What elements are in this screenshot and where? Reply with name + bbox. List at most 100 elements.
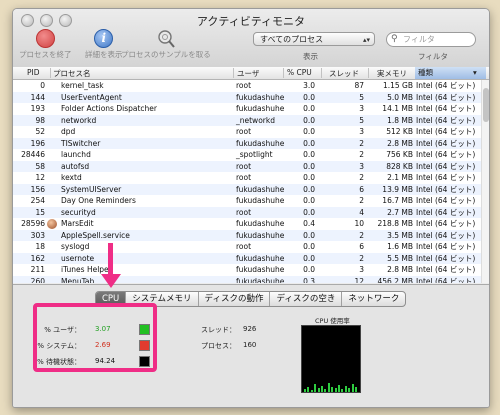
sample-process-button[interactable]: プロセスのサンプルを取る [121, 29, 211, 60]
cpu-usage-graph [301, 325, 361, 393]
cell-kind: Intel (64 ビット) [416, 207, 476, 217]
table-row[interactable]: 52 dpd root 0.0 3 512 KB Intel (64 ビット) [13, 126, 481, 138]
table-row[interactable]: 15 securityd root 0.0 4 2.7 MB Intel (64 ビット) [13, 206, 481, 218]
cell-mem: 2.8 MB [387, 265, 413, 274]
cell-pid: 12 [35, 173, 45, 182]
table-row[interactable]: 303 AppleSpell.service fukudashuhe 0.0 2 3.5 … [13, 229, 481, 241]
tab-disk-usage[interactable]: ディスクの空き [270, 292, 343, 306]
cell-cpu: 0.0 [303, 230, 315, 240]
tab-network[interactable]: ネットワーク [342, 292, 405, 306]
cell-user: fukudashuhe [236, 138, 285, 148]
cell-user: fukudashuhe [236, 276, 285, 284]
cell-mem: 2.1 MB [387, 173, 413, 182]
table-row[interactable]: 12 kextd root 0.0 2 2.1 MB Intel (64 ビット) [13, 172, 481, 184]
cell-pid: 28596 [21, 219, 45, 228]
cell-name: Folder Actions Dispatcher [61, 104, 157, 113]
table-row[interactable]: 211 iTunes Helper fukudashuhe 0.0 3 2.8 MB Int… [13, 264, 481, 276]
cpu-graph-bar [307, 387, 310, 392]
cell-user: root [236, 242, 252, 251]
cell-kind: Intel (64 ビット) [416, 265, 476, 274]
cell-name: AppleSpell.service [61, 230, 130, 240]
cell-threads: 2 [359, 138, 364, 148]
cell-pid: 254 [30, 196, 45, 205]
cell-mem: 13.9 MB [382, 184, 413, 194]
table-row[interactable]: 28446 launchd _spotlight 0.0 2 756 KB Intel (6… [13, 149, 481, 161]
cpu-graph-bar [355, 387, 357, 392]
table-row[interactable]: 196 TISwitcher fukudashuhe 0.0 2 2.8 MB Intel … [13, 137, 481, 149]
cell-mem: 828 KB [386, 161, 413, 171]
col-pid-header[interactable]: PID [27, 68, 40, 77]
cell-kind: Intel (64 ビット) [416, 219, 476, 228]
table-row[interactable]: 0 kernel_task root 3.0 87 1.15 GB Intel (64 ビッ… [13, 80, 481, 92]
cpu-graph-bar [317, 388, 320, 392]
cell-kind: Intel (64 ビット) [416, 150, 476, 159]
table-scrollbar[interactable] [481, 80, 489, 283]
tab-bar: CPU システムメモリ ディスクの動作 ディスクの空き ネットワーク [95, 291, 407, 307]
cpu-graph-bar [321, 386, 323, 392]
cpu-graph-bar [327, 383, 330, 392]
table-row[interactable]: 144 UserEventAgent fukudashuhe 0.0 5 5.0 MB In… [13, 91, 481, 103]
activity-monitor-window: アクティビティモニタ プロセスを終了 i 詳細を表示 プロセスのサンプルを取る … [12, 8, 490, 408]
system-color-swatch[interactable] [139, 340, 150, 351]
cell-cpu: 0.0 [303, 253, 315, 263]
cpu-graph-bar [338, 385, 340, 392]
table-row[interactable]: 193 Folder Actions Dispatcher fukudashuhe 0… [13, 103, 481, 115]
process-view-select[interactable]: すべてのプロセス ▴▾ [253, 32, 375, 46]
col-cpu-header[interactable]: % CPU [287, 68, 312, 77]
cell-pid: 28446 [21, 150, 45, 159]
cell-kind: Intel (64 ビット) [416, 184, 476, 194]
table-row[interactable]: 98 networkd _networkd 0.0 5 1.8 MB Intel (64 ビ… [13, 114, 481, 126]
tab-cpu[interactable]: CPU [96, 292, 127, 306]
cpu-graph-bar [344, 386, 347, 392]
cell-user: fukudashuhe [236, 92, 285, 102]
cell-name: kernel_task [61, 81, 104, 90]
col-kind-header[interactable]: 種類 ▾ [415, 67, 486, 79]
window-title: アクティビティモニタ [196, 15, 306, 28]
cell-threads: 12 [354, 276, 364, 284]
col-mem-header[interactable]: 実メモリ [377, 68, 407, 79]
cell-user: fukudashuhe [236, 196, 285, 205]
cell-cpu: 0.0 [303, 161, 315, 171]
cell-name: MenuTab [61, 276, 95, 284]
tab-disk-activity[interactable]: ディスクの動作 [199, 292, 271, 306]
table-row[interactable]: 18 syslogd root 0.0 6 1.6 MB Intel (64 ビット) [13, 241, 481, 253]
cell-pid: 211 [30, 265, 45, 274]
inspect-process-label: 詳細を表示 [85, 50, 123, 59]
toolbar: アクティビティモニタ プロセスを終了 i 詳細を表示 プロセスのサンプルを取る … [13, 9, 489, 68]
cell-kind: Intel (64 ビット) [416, 104, 476, 113]
table-row[interactable]: 260 MenuTab fukudashuhe 0.3 12 456.2 MB Intel … [13, 275, 481, 284]
cell-kind: Intel (64 ビット) [416, 196, 476, 205]
table-row[interactable]: 162 usernote fukudashuhe 0.0 2 5.5 MB Intel (6… [13, 252, 481, 264]
cell-user: root [236, 81, 252, 90]
col-threads-header[interactable]: スレッド [329, 68, 359, 79]
cell-mem: 2.7 MB [387, 207, 413, 217]
table-row[interactable]: 156 SystemUIServer fukudashuhe 0.0 6 13.9 MB I… [13, 183, 481, 195]
table-row[interactable]: 58 autofsd root 0.0 3 828 KB Intel (64 ビット) [13, 160, 481, 172]
table-row[interactable]: 28596 MarsEdit fukudashuhe 0.4 10 218.8 MB Int… [13, 218, 481, 230]
cell-name: kextd [61, 173, 82, 182]
filter-search-field[interactable]: ⚲ フィルタ [386, 32, 476, 47]
cell-threads: 6 [359, 184, 364, 194]
cell-mem: 1.6 MB [387, 242, 413, 251]
processes-value: 160 [243, 341, 257, 349]
tab-system-memory[interactable]: システムメモリ [126, 292, 199, 306]
cell-mem: 5.0 MB [387, 92, 413, 102]
col-name-header[interactable]: プロセス名 [53, 68, 91, 79]
cell-cpu: 0.0 [303, 173, 315, 182]
cell-kind: Intel (64 ビット) [416, 253, 476, 263]
process-view-value: すべてのプロセス [260, 35, 324, 44]
cell-threads: 10 [354, 219, 364, 228]
table-row[interactable]: 254 Day One Reminders fukudashuhe 0.0 2 16.7 … [13, 195, 481, 207]
quit-process-button[interactable]: プロセスを終了 [19, 29, 72, 60]
cell-user: fukudashuhe [236, 265, 285, 274]
inspect-process-button[interactable]: i 詳細を表示 [85, 29, 123, 60]
scroll-thumb[interactable] [483, 88, 489, 122]
column-divider [50, 68, 51, 78]
sort-descending-icon: ▾ [473, 68, 477, 77]
col-user-header[interactable]: ユーザ [237, 68, 259, 79]
cell-cpu: 0.0 [303, 127, 315, 136]
cell-mem: 218.8 MB [377, 219, 413, 228]
cell-pid: 15 [35, 207, 45, 217]
idle-color-swatch[interactable] [139, 356, 150, 367]
user-color-swatch[interactable] [139, 324, 150, 335]
